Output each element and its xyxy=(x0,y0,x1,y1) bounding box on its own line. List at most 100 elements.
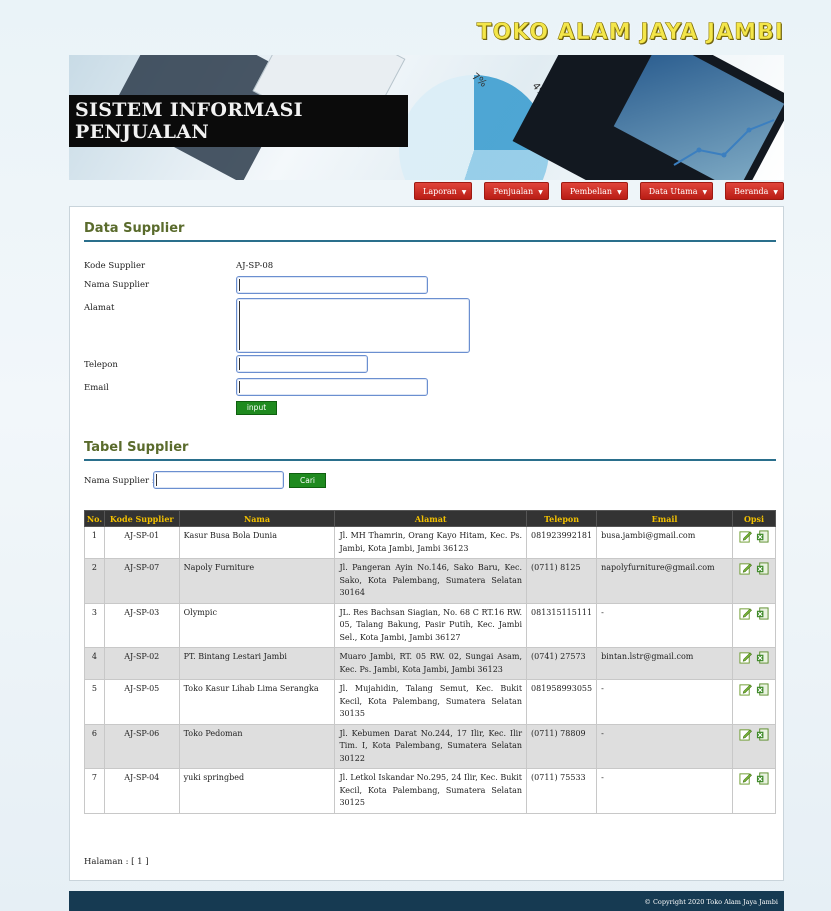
table-header-row: No. Kode Supplier Nama Alamat Telepon Em… xyxy=(84,510,776,527)
edit-icon[interactable] xyxy=(739,728,752,741)
delete-excel-icon[interactable] xyxy=(756,562,769,575)
cell-email: - xyxy=(596,679,733,725)
cell-nama: Toko Kasur Lihab Lima Serangka xyxy=(178,679,336,725)
column-header: Kode Supplier xyxy=(103,510,180,527)
cell-alamat: Jl. Letkol Iskandar No.295, 24 Ilir, Kec… xyxy=(334,768,528,814)
delete-excel-icon[interactable] xyxy=(756,606,769,620)
cell-opsi xyxy=(732,558,776,604)
nav-data-utama[interactable]: Data Utama ▼ xyxy=(639,182,714,200)
email-label: Email xyxy=(84,383,109,393)
alamat-textarea[interactable] xyxy=(236,298,470,353)
cell-opsi xyxy=(732,647,776,680)
telepon-input[interactable] xyxy=(236,355,368,373)
cari-button[interactable]: Cari xyxy=(289,473,326,488)
cell-nama: Napoly Furniture xyxy=(178,558,336,604)
delete-excel-icon[interactable] xyxy=(756,727,769,741)
alamat-label: Alamat xyxy=(84,303,115,313)
nama-supplier-label: Nama Supplier xyxy=(84,280,150,290)
cell-email: - xyxy=(596,723,733,769)
nav-label: Beranda xyxy=(734,187,769,196)
delete-excel-icon[interactable] xyxy=(756,772,769,785)
edit-icon[interactable] xyxy=(739,772,752,785)
cell-kode: AJ-SP-01 xyxy=(103,526,180,559)
cell-kode: AJ-SP-05 xyxy=(103,679,180,725)
kode-supplier-label: Kode Supplier xyxy=(84,261,146,271)
content-panel: Data Supplier Kode Supplier AJ-SP-08 Nam… xyxy=(69,206,784,881)
cell-email: - xyxy=(596,768,733,814)
table-row: 4 AJ-SP-02 PT. Bintang Lestari Jambi Mua… xyxy=(84,647,776,680)
cell-nama: yuki springbed xyxy=(178,768,336,814)
input-button[interactable]: input xyxy=(236,401,277,415)
cell-no: 2 xyxy=(84,558,105,604)
cell-telepon: 081315115111 xyxy=(526,602,598,648)
header-banner: 7% 4% SISTEM INFORMASI PENJUALAN xyxy=(69,55,784,180)
chevron-down-icon: ▼ xyxy=(538,189,543,196)
table-row: 6 AJ-SP-06 Toko Pedoman Jl. Kebumen Dara… xyxy=(84,723,776,769)
column-header: No. xyxy=(84,510,105,527)
supplier-table: No. Kode Supplier Nama Alamat Telepon Em… xyxy=(84,510,776,814)
edit-icon[interactable] xyxy=(739,683,752,696)
nav-laporan[interactable]: Laporan ▼ xyxy=(414,182,473,200)
cell-no: 7 xyxy=(84,768,105,814)
cell-email: - xyxy=(596,602,733,648)
cell-alamat: Muaro Jambi, RT. 05 RW. 02, Sungai Asam,… xyxy=(334,647,528,680)
chevron-down-icon: ▼ xyxy=(702,189,708,196)
app-title: SISTEM INFORMASI PENJUALAN xyxy=(69,95,408,147)
table-row: 5 AJ-SP-05 Toko Kasur Lihab Lima Serangk… xyxy=(84,679,776,725)
pagination: Halaman : [ 1 ] xyxy=(84,857,149,867)
cell-nama: PT. Bintang Lestari Jambi xyxy=(178,647,336,680)
cell-alamat: Jl. Mujahidin, Talang Semut, Kec. Bukit … xyxy=(334,679,528,725)
column-header: Telepon xyxy=(526,510,598,527)
delete-excel-icon[interactable] xyxy=(756,530,769,543)
cell-telepon: (0711) 75533 xyxy=(526,768,598,814)
column-header: Opsi xyxy=(732,510,776,527)
cell-email: bintan.lstr@gmail.com xyxy=(596,647,733,680)
cell-telepon: (0711) 78809 xyxy=(526,723,598,769)
cell-kode: AJ-SP-02 xyxy=(103,647,180,680)
cell-alamat: Jl. Pangeran Ayin No.146, Sako Baru, Kec… xyxy=(334,558,528,604)
column-header: Nama xyxy=(178,510,336,527)
chevron-down-icon: ▼ xyxy=(461,189,467,196)
cell-opsi xyxy=(732,526,776,559)
cell-alamat: Jl. Kebumen Darat No.244, 17 Ilir, Kec. … xyxy=(334,723,528,769)
nav-label: Pembelian xyxy=(569,187,613,196)
cell-telepon: (0741) 27573 xyxy=(526,647,598,680)
tabel-supplier-heading: Tabel Supplier xyxy=(84,440,776,461)
table-row: 2 AJ-SP-07 Napoly Furniture Jl. Pangeran… xyxy=(84,558,776,604)
cell-opsi xyxy=(732,679,776,725)
cell-telepon: 081923992181 xyxy=(526,526,598,559)
cell-email: napolyfurniture@gmail.com xyxy=(596,558,733,604)
delete-excel-icon[interactable] xyxy=(756,651,769,664)
search-label: Nama Supplier : xyxy=(84,476,155,486)
table-row: 1 AJ-SP-01 Kasur Busa Bola Dunia Jl. MH … xyxy=(84,526,776,559)
cell-kode: AJ-SP-06 xyxy=(103,723,180,769)
cell-telepon: (0711) 8125 xyxy=(526,558,598,604)
nav-label: Laporan xyxy=(423,187,457,196)
cell-nama: Kasur Busa Bola Dunia xyxy=(178,526,336,559)
nama-supplier-input[interactable] xyxy=(236,276,428,294)
cell-kode: AJ-SP-03 xyxy=(103,602,180,648)
edit-icon[interactable] xyxy=(739,607,752,620)
edit-icon[interactable] xyxy=(739,562,752,575)
cell-opsi xyxy=(732,723,776,769)
cell-kode: AJ-SP-07 xyxy=(103,558,180,604)
table-row: 7 AJ-SP-04 yuki springbed Jl. Letkol Isk… xyxy=(84,768,776,814)
brand-logo-text: TOKO ALAM JAYA JAMBI xyxy=(476,20,784,46)
data-supplier-heading: Data Supplier xyxy=(84,221,776,242)
cell-alamat: JL. Res Bachsan Siagian, No. 68 C RT.16 … xyxy=(334,602,528,648)
edit-icon[interactable] xyxy=(739,651,752,664)
nav-beranda[interactable]: Beranda ▼ xyxy=(725,182,784,200)
cell-telepon: 081958993055 xyxy=(526,679,598,725)
email-input[interactable] xyxy=(236,378,428,396)
nav-pembelian[interactable]: Pembelian ▼ xyxy=(560,182,628,200)
cell-no: 3 xyxy=(84,602,105,648)
search-input[interactable] xyxy=(153,471,284,489)
main-navigation: Laporan ▼ Penjualan ▼ Pembelian ▼ Data Utam… xyxy=(69,182,784,202)
nav-penjualan[interactable]: Penjualan ▼ xyxy=(484,182,549,200)
cell-no: 6 xyxy=(84,723,105,769)
edit-icon[interactable] xyxy=(739,530,752,543)
cell-opsi xyxy=(732,602,776,648)
cell-kode: AJ-SP-04 xyxy=(103,768,180,814)
cell-no: 1 xyxy=(84,526,105,559)
delete-excel-icon[interactable] xyxy=(756,683,769,696)
